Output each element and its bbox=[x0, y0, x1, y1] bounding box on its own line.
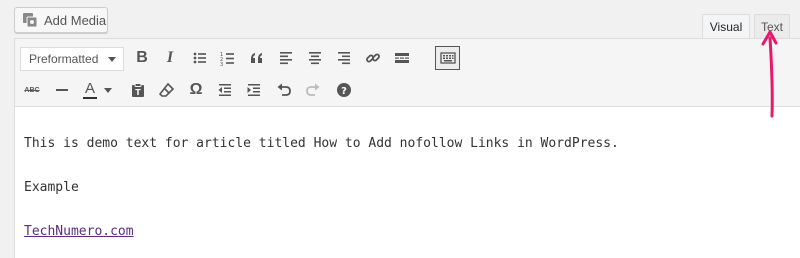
redo-button[interactable] bbox=[300, 77, 326, 103]
toolbar-toggle-button[interactable] bbox=[435, 46, 460, 70]
media-icon bbox=[22, 12, 38, 28]
clear-formatting-button[interactable] bbox=[154, 77, 180, 103]
tab-text[interactable]: Text bbox=[754, 14, 790, 39]
horizontal-line-icon bbox=[56, 89, 68, 91]
text-color-button[interactable]: A bbox=[79, 77, 115, 103]
strikethrough-icon: ABC bbox=[24, 86, 40, 94]
toolbar-toggle-icon bbox=[439, 52, 456, 64]
chevron-down-icon bbox=[104, 87, 112, 93]
undo-button[interactable] bbox=[271, 77, 297, 103]
add-media-label: Add Media bbox=[44, 12, 107, 28]
insert-link-button[interactable] bbox=[360, 45, 386, 71]
clear-formatting-icon bbox=[159, 82, 175, 97]
help-icon: ? bbox=[337, 83, 351, 97]
strikethrough-button[interactable]: ABC bbox=[19, 77, 45, 103]
editor: Preformatted B I 123 ABC A T Ω ? This is… bbox=[14, 38, 800, 258]
tab-visual[interactable]: Visual bbox=[702, 14, 750, 39]
outdent-button[interactable] bbox=[212, 77, 238, 103]
content-line: This is demo text for article titled How… bbox=[24, 136, 619, 151]
editor-content[interactable]: This is demo text for article titled How… bbox=[15, 108, 800, 258]
format-select-value: Preformatted bbox=[29, 52, 99, 66]
text-color-letter: A bbox=[84, 80, 95, 97]
numbered-list-button[interactable]: 123 bbox=[215, 45, 241, 71]
content-line: Example bbox=[24, 180, 79, 195]
indent-button[interactable] bbox=[241, 77, 267, 103]
text-color-icon: A bbox=[82, 81, 98, 99]
paste-as-text-icon: T bbox=[132, 83, 144, 97]
align-left-icon bbox=[280, 52, 292, 65]
italic-icon: I bbox=[166, 49, 174, 66]
add-media-button[interactable]: Add Media bbox=[14, 7, 108, 33]
horizontal-line-button[interactable] bbox=[49, 77, 75, 103]
bullet-list-button[interactable] bbox=[187, 45, 213, 71]
align-center-button[interactable] bbox=[302, 45, 328, 71]
blockquote-icon bbox=[251, 53, 262, 63]
content-link[interactable]: TechNumero.com bbox=[24, 224, 134, 239]
align-center-icon bbox=[309, 52, 321, 65]
indent-icon bbox=[247, 84, 260, 96]
align-right-icon bbox=[338, 52, 350, 65]
chevron-down-icon bbox=[108, 57, 116, 62]
svg-text:?: ? bbox=[341, 86, 347, 97]
italic-button[interactable]: I bbox=[157, 45, 183, 71]
bold-button[interactable]: B bbox=[129, 45, 155, 71]
numbered-list-icon: 123 bbox=[220, 52, 234, 66]
format-select[interactable]: Preformatted bbox=[20, 47, 124, 71]
outdent-icon bbox=[218, 84, 231, 96]
help-button[interactable]: ? bbox=[331, 77, 357, 103]
align-left-button[interactable] bbox=[273, 45, 299, 71]
blockquote-button[interactable] bbox=[244, 45, 270, 71]
read-more-button[interactable] bbox=[389, 45, 415, 71]
bold-icon: B bbox=[136, 49, 148, 66]
link-icon bbox=[366, 53, 380, 63]
svg-text:3: 3 bbox=[220, 62, 223, 66]
special-character-icon: Ω bbox=[189, 81, 203, 98]
editor-toolbar: Preformatted B I 123 ABC A T Ω ? bbox=[15, 39, 800, 107]
paste-as-text-button[interactable]: T bbox=[125, 77, 151, 103]
bullet-list-icon bbox=[193, 52, 206, 64]
redo-icon bbox=[306, 83, 320, 96]
read-more-icon bbox=[395, 53, 409, 63]
undo-icon bbox=[277, 83, 291, 96]
svg-text:T: T bbox=[135, 88, 141, 97]
special-character-button[interactable]: Ω bbox=[183, 77, 209, 103]
align-right-button[interactable] bbox=[331, 45, 357, 71]
